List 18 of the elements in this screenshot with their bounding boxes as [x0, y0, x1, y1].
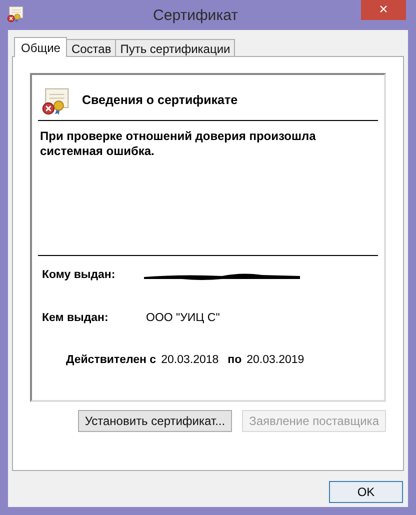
tab[interactable]: Общие [14, 37, 68, 57]
tab[interactable]: Состав [67, 39, 116, 56]
valid-from-date: 20.03.2018 [161, 353, 219, 368]
certificate-error-icon [40, 86, 70, 116]
issued-by-value: ООО "УИЦ С" [146, 311, 220, 326]
window-title: Сертификат [153, 6, 238, 26]
ok-button[interactable]: OK [329, 481, 403, 503]
close-button[interactable]: × [361, 0, 406, 20]
valid-to-date: 20.03.2019 [246, 353, 304, 368]
install-certificate-button[interactable]: Установить сертификат... [78, 410, 232, 432]
tab[interactable]: Путь сертификации [116, 39, 236, 56]
issued-by-label: Кем выдан: [42, 311, 110, 326]
issued-to-label: Кому выдан: [42, 268, 116, 284]
valid-from-label: Действителен с [66, 353, 156, 368]
error-message: При проверке отношений доверия произошла системная ошибка. [39, 129, 317, 159]
section-heading: Сведения о сертификате [82, 92, 238, 110]
certificate-error-icon [6, 5, 24, 23]
valid-to-label: по [228, 353, 242, 368]
